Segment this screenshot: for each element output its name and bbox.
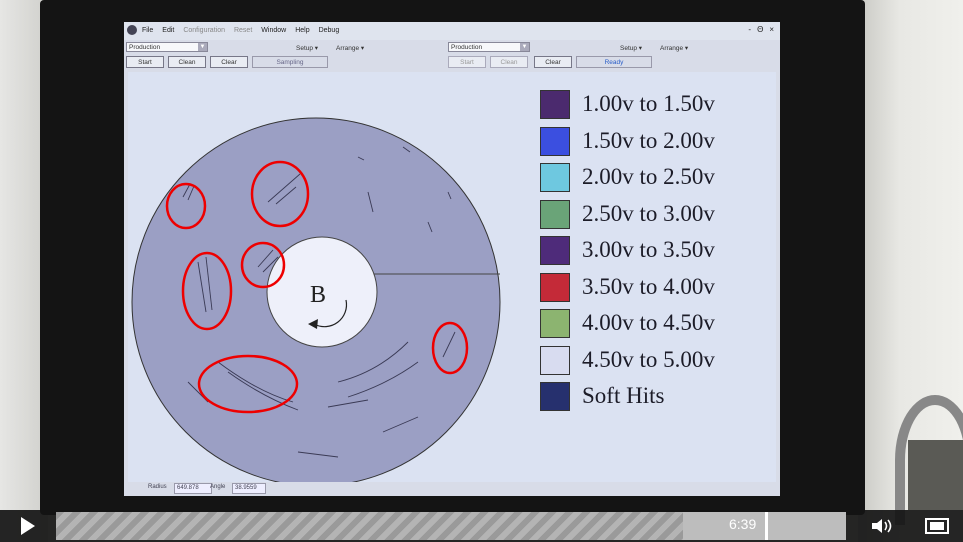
clear-button-left[interactable]: Clear bbox=[210, 56, 248, 68]
setup-label-right: Setup bbox=[620, 45, 637, 52]
status-right: Ready bbox=[576, 56, 652, 68]
legend-swatch bbox=[540, 236, 570, 265]
angle-label: Angle bbox=[210, 484, 226, 490]
legend-item: 1.50v to 2.00v bbox=[540, 127, 770, 157]
legend-label: Soft Hits bbox=[582, 383, 665, 408]
minimize-button[interactable]: - bbox=[748, 25, 751, 34]
legend-label: 3.00v to 3.50v bbox=[582, 237, 715, 262]
legend-swatch bbox=[540, 382, 570, 411]
status-bar: Radius 649.878 Angle 38.9559 bbox=[128, 481, 776, 495]
radius-value: 649.878 bbox=[174, 483, 212, 494]
legend-swatch bbox=[540, 346, 570, 375]
radius-label: Radius bbox=[148, 484, 167, 490]
legend-label: 4.50v to 5.00v bbox=[582, 347, 715, 372]
menu-bar: File Edit Configuration Reset Window Hel… bbox=[124, 22, 780, 40]
play-icon[interactable] bbox=[18, 517, 38, 535]
menu-help[interactable]: Help bbox=[295, 27, 309, 34]
legend-item: 2.00v to 2.50v bbox=[540, 163, 770, 193]
legend-swatch bbox=[540, 90, 570, 119]
legend-item: 3.00v to 3.50v bbox=[540, 236, 770, 266]
right-control-panel: Production ▼ Setup ▾ Arrange ▾ Start Cle… bbox=[446, 40, 776, 70]
legend-label: 2.00v to 2.50v bbox=[582, 164, 715, 189]
mode-select-right-value: Production bbox=[451, 44, 483, 51]
legend-item: 1.00v to 1.50v bbox=[540, 90, 770, 120]
start-button-right[interactable]: Start bbox=[448, 56, 486, 68]
disc-label: B bbox=[310, 282, 327, 308]
restore-button[interactable]: Θ bbox=[757, 25, 763, 34]
legend-swatch bbox=[540, 309, 570, 338]
legend-swatch bbox=[540, 273, 570, 302]
disc-map bbox=[131, 117, 501, 482]
legend-item: 4.50v to 5.00v bbox=[540, 346, 770, 376]
chevron-down-icon: ▼ bbox=[520, 43, 529, 51]
legend-label: 3.50v to 4.00v bbox=[582, 274, 715, 299]
arrange-menu-left[interactable]: Arrange ▾ bbox=[336, 44, 364, 52]
start-button-left[interactable]: Start bbox=[126, 56, 164, 68]
video-controls: 6:39 bbox=[0, 510, 963, 542]
legend-item: 2.50v to 3.00v bbox=[540, 200, 770, 230]
volume-icon[interactable] bbox=[870, 516, 896, 536]
legend-swatch bbox=[540, 127, 570, 156]
arrange-menu-right[interactable]: Arrange ▾ bbox=[660, 44, 688, 52]
setup-label-left: Setup bbox=[296, 45, 313, 52]
legend-swatch bbox=[540, 163, 570, 192]
menu-edit[interactable]: Edit bbox=[162, 27, 174, 34]
menu-debug[interactable]: Debug bbox=[319, 27, 340, 34]
video-timeline[interactable] bbox=[56, 512, 846, 540]
setup-menu-left[interactable]: Setup ▾ bbox=[296, 44, 318, 52]
hardware-device bbox=[908, 440, 963, 510]
clean-button-left[interactable]: Clean bbox=[168, 56, 206, 68]
legend-item: 4.00v to 4.50v bbox=[540, 309, 770, 339]
legend-label: 1.00v to 1.50v bbox=[582, 91, 715, 116]
legend-item: 3.50v to 4.00v bbox=[540, 273, 770, 303]
setup-menu-right[interactable]: Setup ▾ bbox=[620, 44, 642, 52]
monitor-screen: File Edit Configuration Reset Window Hel… bbox=[124, 22, 780, 496]
app-logo-icon bbox=[127, 25, 137, 35]
mode-select-left[interactable]: Production ▼ bbox=[126, 42, 208, 52]
status-left: Sampling bbox=[252, 56, 328, 68]
menu-window[interactable]: Window bbox=[261, 27, 286, 34]
playhead-handle[interactable] bbox=[765, 512, 768, 540]
fullscreen-icon[interactable] bbox=[924, 517, 950, 535]
legend-label: 1.50v to 2.00v bbox=[582, 128, 715, 153]
wafer-map-area: B 1.00v to 1.50v 1.50v to 2.00v 2.00v to… bbox=[128, 72, 776, 482]
menu-file[interactable]: File bbox=[142, 27, 153, 34]
menu-reset[interactable]: Reset bbox=[234, 27, 252, 34]
timeline-played bbox=[56, 512, 683, 540]
legend-label: 4.00v to 4.50v bbox=[582, 310, 715, 335]
left-control-panel: Production ▼ Setup ▾ Arrange ▾ Start Cle… bbox=[124, 40, 444, 70]
chevron-down-icon: ▼ bbox=[198, 43, 207, 51]
clear-button-right[interactable]: Clear bbox=[534, 56, 572, 68]
mode-select-right[interactable]: Production ▼ bbox=[448, 42, 530, 52]
angle-value: 38.9559 bbox=[232, 483, 266, 494]
legend-swatch bbox=[540, 200, 570, 229]
legend-label: 2.50v to 3.00v bbox=[582, 201, 715, 226]
current-time: 6:39 bbox=[729, 516, 757, 532]
arrange-label-left: Arrange bbox=[336, 45, 360, 52]
close-button[interactable]: × bbox=[769, 25, 774, 34]
legend-item: Soft Hits bbox=[540, 382, 770, 412]
clean-button-right[interactable]: Clean bbox=[490, 56, 528, 68]
menu-configuration[interactable]: Configuration bbox=[183, 27, 225, 34]
mode-select-left-value: Production bbox=[129, 44, 161, 51]
arrange-label-right: Arrange bbox=[660, 45, 684, 52]
